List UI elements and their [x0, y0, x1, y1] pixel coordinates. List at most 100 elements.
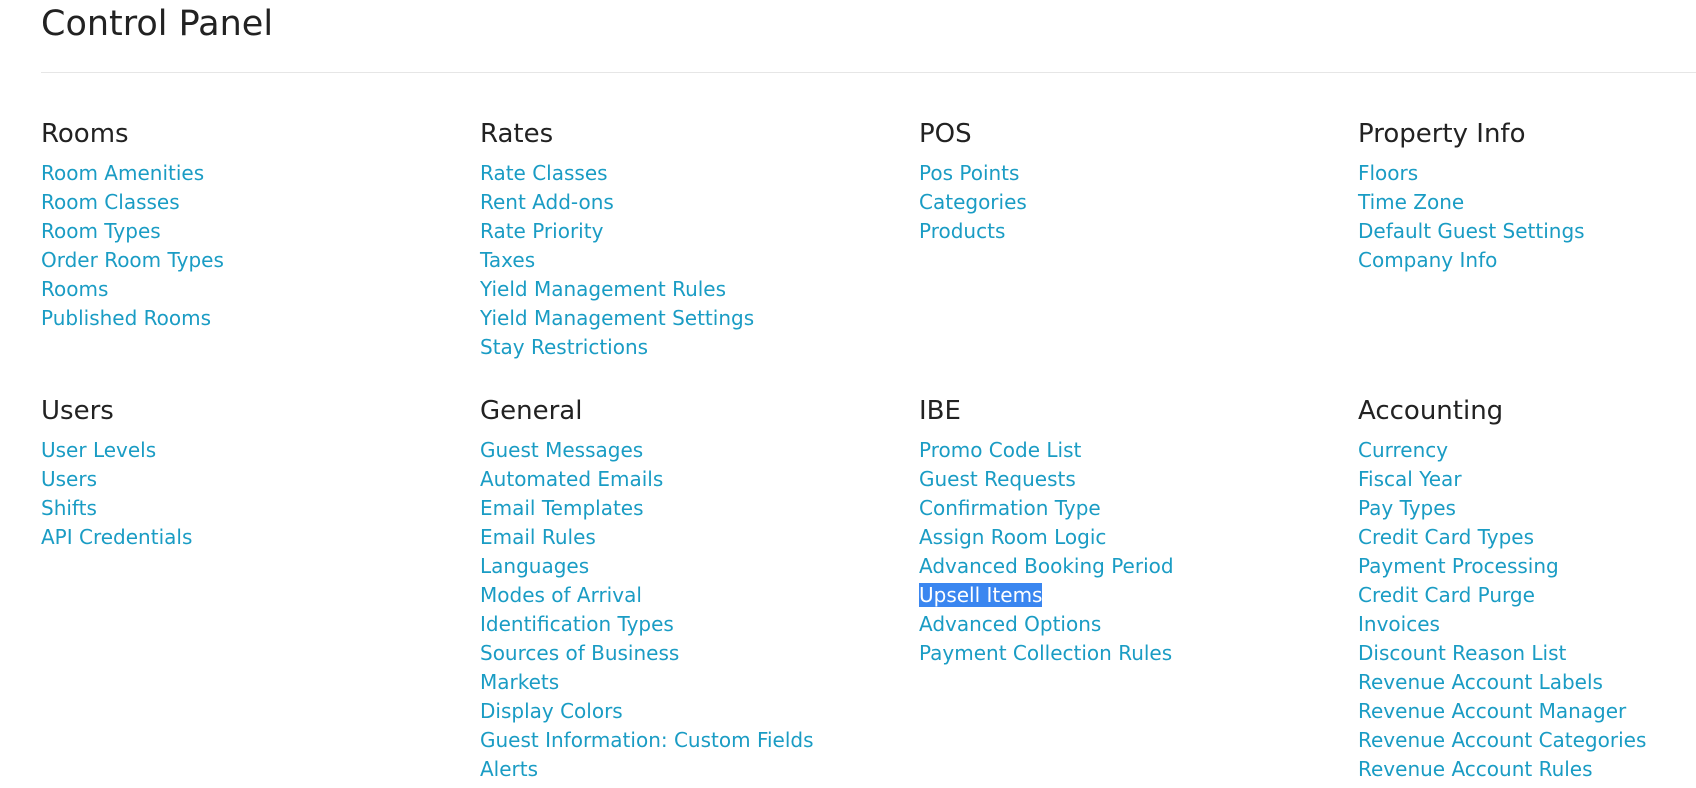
link-promo-code-list[interactable]: Promo Code List: [919, 438, 1081, 462]
link-api-credentials[interactable]: API Credentials: [41, 525, 192, 549]
link-assign-room-logic[interactable]: Assign Room Logic: [919, 525, 1106, 549]
link-email-templates[interactable]: Email Templates: [480, 496, 644, 520]
list-item: Time Zone: [1358, 188, 1696, 217]
link-user-levels[interactable]: User Levels: [41, 438, 156, 462]
list-item: Users: [41, 465, 471, 494]
link-company-info[interactable]: Company Info: [1358, 248, 1497, 272]
link-markets[interactable]: Markets: [480, 670, 559, 694]
list-item: Invoices: [1358, 610, 1696, 639]
list-item: Identification Types: [480, 610, 910, 639]
section-accounting: Accounting Currency Fiscal Year Pay Types C…: [1358, 394, 1696, 784]
link-rate-priority[interactable]: Rate Priority: [480, 219, 603, 243]
link-modes-of-arrival[interactable]: Modes of Arrival: [480, 583, 642, 607]
list-item: Modes of Arrival: [480, 581, 910, 610]
section-link-list: Floors Time Zone Default Guest Settings Com…: [1358, 159, 1696, 275]
link-invoices[interactable]: Invoices: [1358, 612, 1440, 636]
link-room-classes[interactable]: Room Classes: [41, 190, 180, 214]
list-item: Guest Messages: [480, 436, 910, 465]
link-floors[interactable]: Floors: [1358, 161, 1418, 185]
link-guest-requests[interactable]: Guest Requests: [919, 467, 1076, 491]
link-advanced-options[interactable]: Advanced Options: [919, 612, 1101, 636]
link-credit-card-types[interactable]: Credit Card Types: [1358, 525, 1534, 549]
link-credit-card-purge[interactable]: Credit Card Purge: [1358, 583, 1535, 607]
section-rates: Rates Rate Classes Rent Add-ons Rate Prior…: [480, 117, 910, 362]
link-guest-messages[interactable]: Guest Messages: [480, 438, 643, 462]
list-item: Advanced Options: [919, 610, 1349, 639]
list-item: API Credentials: [41, 523, 471, 552]
link-discount-reason-list[interactable]: Discount Reason List: [1358, 641, 1566, 665]
link-pay-types[interactable]: Pay Types: [1358, 496, 1456, 520]
list-item: Email Templates: [480, 494, 910, 523]
list-item: Company Info: [1358, 246, 1696, 275]
link-rent-add-ons[interactable]: Rent Add-ons: [480, 190, 614, 214]
link-languages[interactable]: Languages: [480, 554, 589, 578]
list-item: Rate Classes: [480, 159, 910, 188]
link-time-zone[interactable]: Time Zone: [1358, 190, 1464, 214]
link-rate-classes[interactable]: Rate Classes: [480, 161, 608, 185]
section-link-list: Promo Code List Guest Requests Confirmatio…: [919, 436, 1349, 668]
link-order-room-types[interactable]: Order Room Types: [41, 248, 224, 272]
section-link-list: Room Amenities Room Classes Room Types Orde…: [41, 159, 471, 333]
section-heading: IBE: [919, 396, 961, 426]
link-display-colors[interactable]: Display Colors: [480, 699, 623, 723]
list-item: User Levels: [41, 436, 471, 465]
link-yield-management-settings[interactable]: Yield Management Settings: [480, 306, 754, 330]
link-identification-types[interactable]: Identification Types: [480, 612, 674, 636]
link-revenue-account-manager[interactable]: Revenue Account Manager: [1358, 699, 1626, 723]
list-item: Advanced Booking Period: [919, 552, 1349, 581]
link-products[interactable]: Products: [919, 219, 1005, 243]
link-shifts[interactable]: Shifts: [41, 496, 97, 520]
section-general: General Guest Messages Automated Emails Em…: [480, 394, 910, 784]
link-default-guest-settings[interactable]: Default Guest Settings: [1358, 219, 1585, 243]
section-heading: POS: [919, 119, 972, 149]
link-revenue-account-rules[interactable]: Revenue Account Rules: [1358, 757, 1593, 781]
list-item: Order Room Types: [41, 246, 471, 275]
list-item: Discount Reason List: [1358, 639, 1696, 668]
link-guest-information-custom-fields[interactable]: Guest Information: Custom Fields: [480, 728, 814, 752]
list-item: Stay Restrictions: [480, 333, 910, 362]
link-email-rules[interactable]: Email Rules: [480, 525, 596, 549]
list-item: Categories: [919, 188, 1349, 217]
list-item: Languages: [480, 552, 910, 581]
link-payment-processing[interactable]: Payment Processing: [1358, 554, 1559, 578]
link-users[interactable]: Users: [41, 467, 97, 491]
list-item: Revenue Account Labels: [1358, 668, 1696, 697]
list-item: Taxes: [480, 246, 910, 275]
link-confirmation-type[interactable]: Confirmation Type: [919, 496, 1101, 520]
link-revenue-account-labels[interactable]: Revenue Account Labels: [1358, 670, 1603, 694]
section-heading: Rooms: [41, 119, 129, 149]
link-advanced-booking-period[interactable]: Advanced Booking Period: [919, 554, 1174, 578]
list-item: Automated Emails: [480, 465, 910, 494]
link-stay-restrictions[interactable]: Stay Restrictions: [480, 335, 648, 359]
section-link-list: Pos Points Categories Products: [919, 159, 1349, 246]
link-alerts[interactable]: Alerts: [480, 757, 538, 781]
list-item: Rooms: [41, 275, 471, 304]
link-sources-of-business[interactable]: Sources of Business: [480, 641, 679, 665]
section-link-list: User Levels Users Shifts API Credentials: [41, 436, 471, 552]
link-revenue-account-categories[interactable]: Revenue Account Categories: [1358, 728, 1646, 752]
link-pos-points[interactable]: Pos Points: [919, 161, 1019, 185]
list-item: Guest Information: Custom Fields: [480, 726, 910, 755]
section-property-info: Property Info Floors Time Zone Default Gue…: [1358, 117, 1696, 275]
section-rooms: Rooms Room Amenities Room Classes Room Typ…: [41, 117, 471, 333]
list-item: Room Amenities: [41, 159, 471, 188]
list-item: Confirmation Type: [919, 494, 1349, 523]
section-heading: Users: [41, 396, 114, 426]
list-item: Currency: [1358, 436, 1696, 465]
link-room-types[interactable]: Room Types: [41, 219, 161, 243]
link-published-rooms[interactable]: Published Rooms: [41, 306, 211, 330]
list-item: Display Colors: [480, 697, 910, 726]
section-heading: Accounting: [1358, 396, 1504, 426]
list-item: Published Rooms: [41, 304, 471, 333]
link-automated-emails[interactable]: Automated Emails: [480, 467, 663, 491]
link-taxes[interactable]: Taxes: [480, 248, 535, 272]
link-fiscal-year[interactable]: Fiscal Year: [1358, 467, 1462, 491]
link-yield-management-rules[interactable]: Yield Management Rules: [480, 277, 726, 301]
link-room-amenities[interactable]: Room Amenities: [41, 161, 204, 185]
link-categories[interactable]: Categories: [919, 190, 1027, 214]
link-payment-collection-rules[interactable]: Payment Collection Rules: [919, 641, 1172, 665]
link-upsell-items[interactable]: Upsell Items: [919, 583, 1043, 607]
link-currency[interactable]: Currency: [1358, 438, 1448, 462]
list-item: Room Classes: [41, 188, 471, 217]
link-rooms[interactable]: Rooms: [41, 277, 108, 301]
